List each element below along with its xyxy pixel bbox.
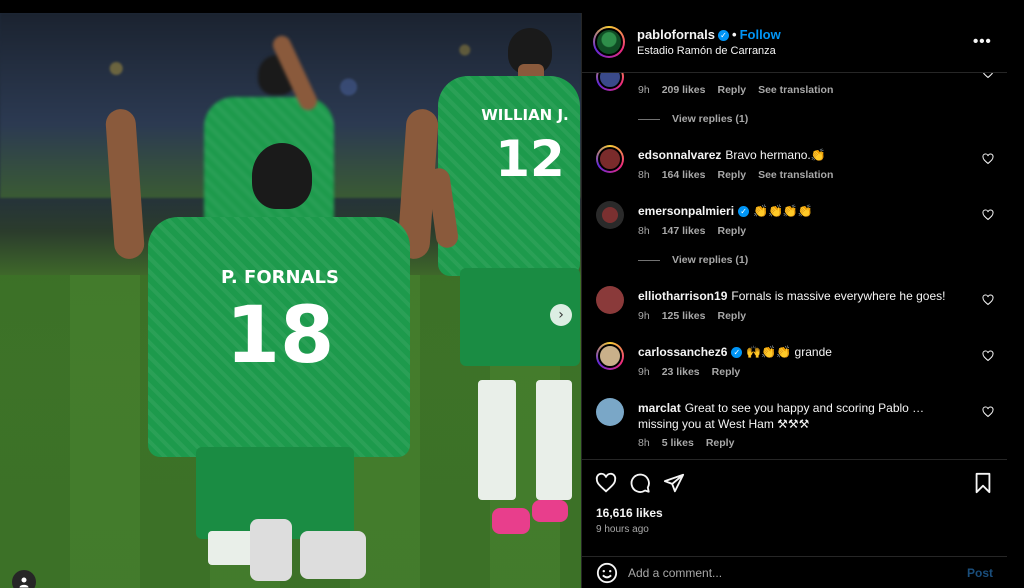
heart-icon[interactable] [982, 153, 994, 165]
verified-badge-icon: ✓ [731, 347, 743, 359]
comment-avatar[interactable] [596, 145, 624, 173]
jersey-number: 18 [225, 291, 335, 381]
comment-body: 👏👏👏👏 [753, 204, 813, 218]
heart-icon[interactable] [595, 472, 617, 494]
reply-button[interactable]: Reply [717, 310, 746, 322]
comment-body: Bravo hermano.👏 [725, 148, 826, 162]
view-replies-button[interactable]: View replies (1) [638, 254, 748, 266]
author-line: pablofornals ✓ • Follow [637, 27, 781, 42]
comments-list[interactable]: 9h 209 likes Reply See translation View rep… [582, 73, 1008, 459]
post-likes-count[interactable]: 16,616 likes [596, 506, 663, 520]
comment-avatar[interactable] [596, 398, 624, 426]
comment-text: marclat Great to see you happy and scorin… [638, 400, 968, 432]
comment-likes[interactable]: 23 likes [662, 366, 700, 378]
jersey-name: P. FORNALS [221, 267, 339, 288]
add-comment-bar: Post [582, 556, 1008, 588]
post-photo[interactable]: WILLIAN J. 12 P. FORNALS 18 › [0, 13, 581, 588]
reply-button[interactable]: Reply [712, 366, 741, 378]
teammate-twelve: WILLIAN J. 12 [426, 28, 580, 538]
author-avatar[interactable] [593, 26, 625, 58]
comment-username[interactable]: elliotharrison19 [638, 289, 727, 303]
reply-button[interactable]: Reply [717, 225, 746, 237]
reply-button[interactable]: Reply [717, 84, 746, 96]
reply-button[interactable]: Reply [717, 169, 746, 181]
comment-input[interactable] [628, 563, 928, 583]
comment-username[interactable]: carlossanchez6 [638, 345, 727, 359]
comment-icon[interactable] [629, 472, 651, 494]
author-username[interactable]: pablofornals [637, 27, 715, 42]
comment-time: 9h [638, 310, 650, 322]
post-location[interactable]: Estadio Ramón de Carranza [637, 45, 776, 57]
share-icon[interactable] [663, 472, 685, 494]
comment-meta: 9h 23 likes Reply [638, 366, 752, 378]
jersey-name-twelve: WILLIAN J. [481, 106, 569, 124]
reply-button[interactable]: Reply [706, 437, 735, 449]
heart-icon[interactable] [982, 350, 994, 362]
separator-dot: • [732, 27, 737, 42]
comment-text: carlossanchez6 ✓ 🙌👏👏 grande [638, 344, 968, 360]
comment-likes[interactable]: 209 likes [662, 84, 706, 96]
next-photo-button[interactable]: › [550, 304, 572, 326]
comment-text: emersonpalmieri ✓ 👏👏👏👏 [638, 203, 968, 219]
comment-meta: 8h 5 likes Reply [638, 437, 746, 449]
comment-username[interactable]: edsonnalvarez [638, 148, 721, 162]
jersey-number-twelve: 12 [495, 130, 565, 188]
heart-icon[interactable] [982, 406, 994, 418]
view-replies-button[interactable]: View replies (1) [638, 113, 748, 125]
comment-time: 9h [638, 84, 650, 96]
comment-avatar[interactable] [596, 201, 624, 229]
verified-badge-icon: ✓ [738, 206, 750, 218]
more-options-icon[interactable]: ••• [973, 33, 992, 50]
comment-avatar[interactable] [596, 73, 624, 91]
comment-meta: 8h 164 likes Reply See translation [638, 169, 845, 181]
comment-meta: 8h 147 likes Reply [638, 225, 758, 237]
user-tag-icon[interactable] [12, 570, 36, 588]
comment-avatar[interactable] [596, 286, 624, 314]
comment-meta: 9h 209 likes Reply See translation [638, 84, 845, 96]
post-header: pablofornals ✓ • Follow Estadio Ramón de Ca… [582, 13, 1008, 73]
emoji-icon[interactable] [596, 562, 618, 584]
post-details-panel: pablofornals ✓ • Follow Estadio Ramón de Ca… [581, 13, 1008, 588]
post-timestamp: 9 hours ago [596, 524, 649, 535]
comment-time: 8h [638, 169, 650, 181]
comment-body: 🙌👏👏 grande [746, 345, 832, 359]
heart-icon[interactable] [982, 294, 994, 306]
comment-username[interactable]: marclat [638, 401, 681, 415]
comment-text: elliotharrison19 Fornals is massive every… [638, 288, 968, 304]
comment-likes[interactable]: 164 likes [662, 169, 706, 181]
see-translation-button[interactable]: See translation [758, 84, 833, 96]
comment-likes[interactable]: 147 likes [662, 225, 706, 237]
comment-time: 8h [638, 437, 650, 449]
verified-badge-icon: ✓ [718, 30, 730, 42]
heart-icon[interactable] [982, 209, 994, 221]
comment-avatar[interactable] [596, 342, 624, 370]
heart-icon[interactable] [982, 73, 994, 79]
comment-likes[interactable]: 125 likes [662, 310, 706, 322]
comment-time: 9h [638, 366, 650, 378]
post-comment-button[interactable]: Post [967, 566, 993, 580]
bookmark-icon[interactable] [972, 472, 994, 494]
comment-meta: 9h 125 likes Reply [638, 310, 758, 322]
page-gutter [1007, 13, 1024, 588]
comment-body: Fornals is massive everywhere he goes! [731, 289, 946, 303]
follow-button[interactable]: Follow [740, 27, 781, 42]
comment-username[interactable]: emersonpalmieri [638, 204, 734, 218]
post-actions: 16,616 likes 9 hours ago [582, 459, 1008, 559]
see-translation-button[interactable]: See translation [758, 169, 833, 181]
comment-text: edsonnalvarez Bravo hermano.👏 [638, 147, 968, 163]
comment-likes[interactable]: 5 likes [662, 437, 694, 449]
comment-time: 8h [638, 225, 650, 237]
main-player-fornals: P. FORNALS 18 [100, 95, 450, 585]
